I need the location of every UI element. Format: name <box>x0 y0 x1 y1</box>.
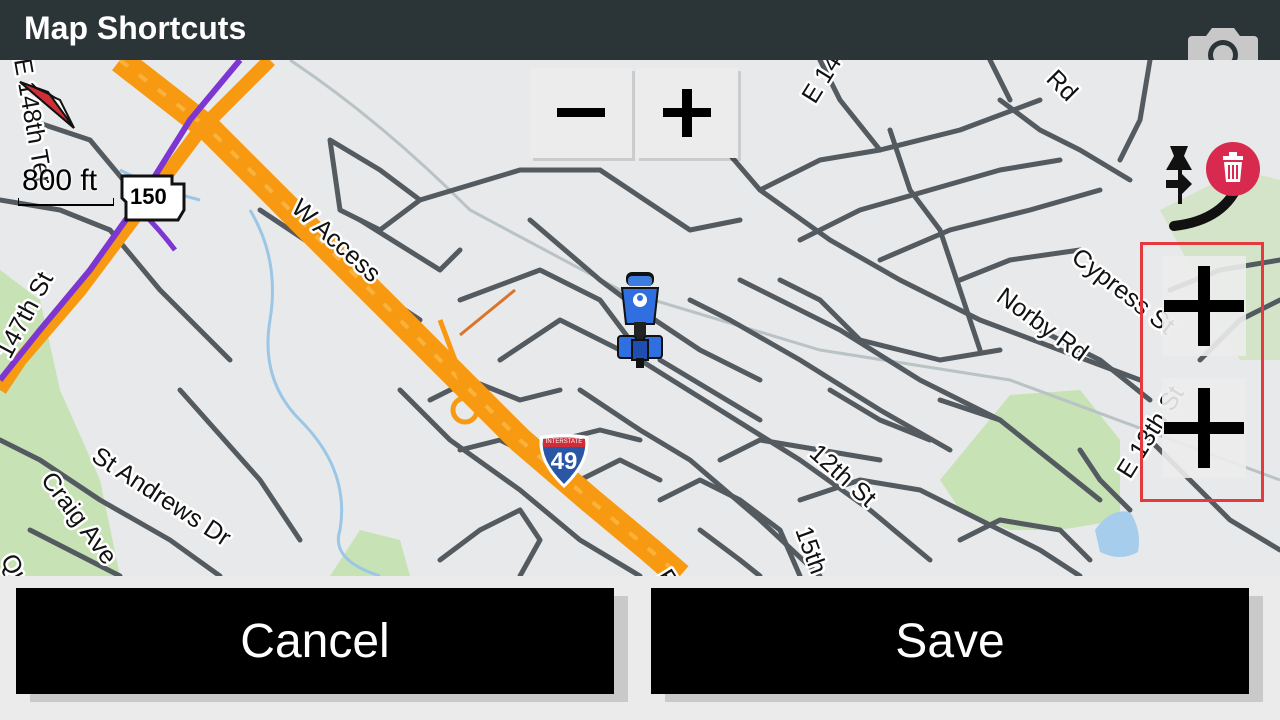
add-shortcut-button[interactable] <box>1162 256 1246 356</box>
plus-icon <box>663 89 711 137</box>
interstate-shield-number: 49 <box>550 448 578 475</box>
page-title: Map Shortcuts <box>24 10 247 46</box>
current-location-vehicle <box>612 268 668 370</box>
title-bar: Map Shortcuts <box>0 0 1280 60</box>
route-150-shield: 150 <box>118 172 192 224</box>
trash-icon <box>1223 152 1243 182</box>
route-shield-number: 150 <box>130 184 167 209</box>
plus-icon <box>1164 266 1244 346</box>
save-button[interactable]: Save <box>651 588 1249 694</box>
scale-label: 800 ft <box>22 164 98 197</box>
minus-icon <box>557 108 605 117</box>
scale-bar <box>18 198 114 206</box>
add-shortcut-button[interactable] <box>1162 378 1246 478</box>
motorcycle-icon <box>617 272 663 368</box>
zoom-controls <box>530 68 738 158</box>
compass[interactable] <box>12 74 84 136</box>
compass-icon <box>19 81 75 129</box>
interstate-shield-top-label: INTERSTATE <box>545 439 583 445</box>
interstate-49-shield: INTERSTATE 49 <box>534 432 594 490</box>
cancel-button[interactable]: Cancel <box>16 588 614 694</box>
zoom-out-button[interactable] <box>530 68 632 158</box>
plus-icon <box>1164 388 1244 468</box>
action-bar: Cancel Save <box>0 576 1280 720</box>
map-scale: 800 ft <box>18 162 114 208</box>
delete-shortcut-button[interactable] <box>1206 142 1260 196</box>
zoom-in-button[interactable] <box>636 68 738 158</box>
